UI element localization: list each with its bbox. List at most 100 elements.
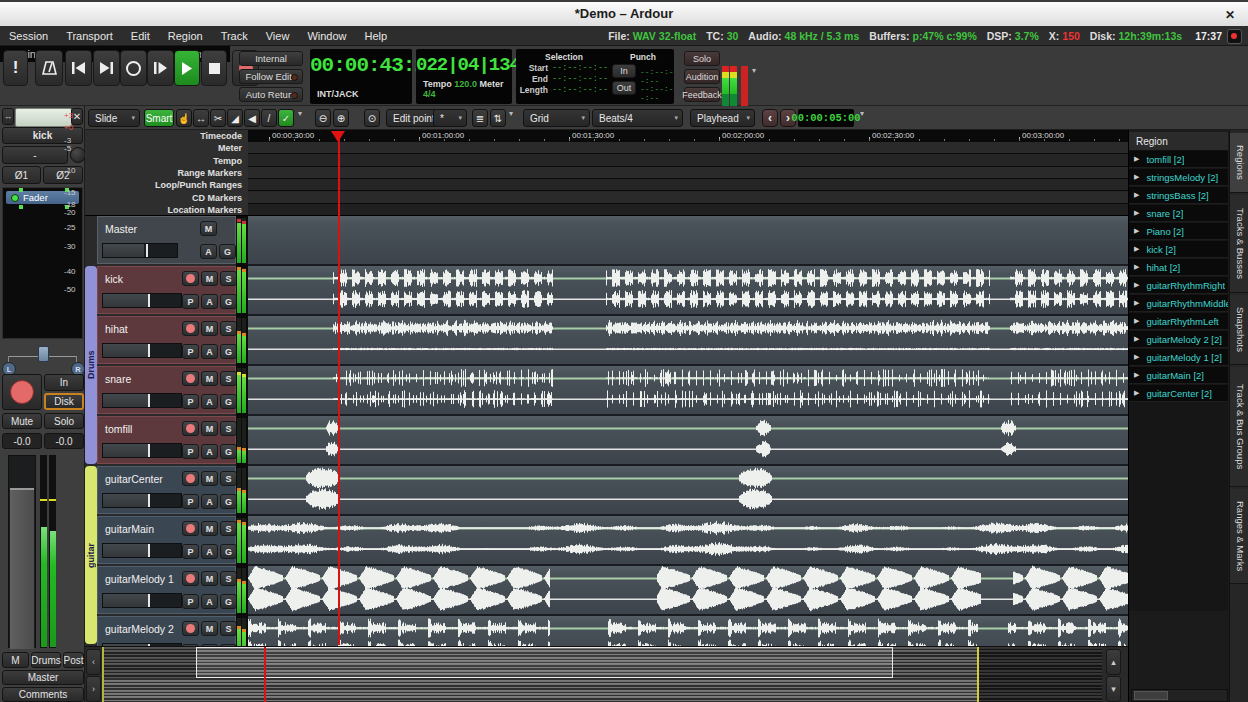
audition-tool[interactable]: ◀: [244, 109, 260, 127]
group-button[interactable]: G: [220, 544, 237, 559]
track-fader[interactable]: [102, 293, 182, 308]
peak-display[interactable]: -0.0: [44, 433, 84, 449]
region-item-guitarmelody-2-2-[interactable]: ▶guitarMelody 2 [2]: [1129, 331, 1228, 348]
goto-start-button[interactable]: [65, 50, 92, 86]
mute-button[interactable]: M: [201, 371, 218, 386]
track-fader[interactable]: [102, 243, 178, 258]
master-button[interactable]: Master: [2, 670, 84, 685]
track-fader[interactable]: [102, 443, 182, 458]
region-item-guitarcenter-2-[interactable]: ▶guitarCenter [2]: [1129, 385, 1228, 402]
window-close-button[interactable]: ✕: [1222, 7, 1238, 23]
waveform-canvas[interactable]: [248, 216, 1128, 646]
track-header-guitarcenter[interactable]: guitarCenterMSPAG: [97, 466, 236, 514]
solo-button[interactable]: S: [220, 271, 237, 286]
input-monitor-button[interactable]: In: [44, 374, 84, 391]
ruler-row-loop-punch-ranges[interactable]: [248, 179, 1128, 191]
ruler-label-location-markers[interactable]: Location Markers: [167, 204, 242, 216]
group-button[interactable]: G: [220, 594, 237, 609]
menu-edit[interactable]: Edit: [122, 30, 159, 42]
group-button[interactable]: G: [220, 444, 237, 459]
menu-region[interactable]: Region: [159, 30, 212, 42]
nudge-clock-button[interactable]: ≣: [472, 109, 488, 127]
goto-end-button[interactable]: [93, 50, 120, 86]
auto-button[interactable]: A: [201, 294, 218, 309]
region-item-stringsmelody-2-[interactable]: ▶stringsMelody [2]: [1129, 169, 1228, 186]
cut-tool[interactable]: ✂: [210, 109, 226, 127]
edit-mode-dropdown[interactable]: Slide▾: [88, 109, 140, 127]
track-name[interactable]: guitarMain: [105, 523, 154, 535]
track-name[interactable]: tomfill: [105, 423, 132, 435]
toggle-auto-return[interactable]: Auto Return: [239, 87, 303, 102]
track-name[interactable]: guitarCenter: [105, 473, 163, 485]
metronome-button[interactable]: [35, 50, 63, 86]
record-button[interactable]: [182, 371, 199, 386]
comments-button[interactable]: Comments: [2, 687, 84, 702]
solo-button[interactable]: S: [220, 621, 237, 636]
zoom-focus-dropdown[interactable]: Playhead▾: [690, 109, 755, 127]
object-tool[interactable]: ☝: [176, 109, 192, 127]
record-button[interactable]: [182, 421, 199, 436]
ruler-label-range-markers[interactable]: Range Markers: [177, 167, 242, 179]
playlist-button[interactable]: P: [182, 394, 199, 409]
playlist-button[interactable]: P: [182, 444, 199, 459]
playhead-marker-icon[interactable]: [331, 131, 345, 142]
solo-button[interactable]: S: [220, 521, 237, 536]
punch-in-button[interactable]: In: [612, 64, 636, 78]
group-button[interactable]: G: [220, 294, 237, 309]
master-auto-button[interactable]: A: [200, 244, 217, 259]
mute-button[interactable]: M: [201, 571, 218, 586]
menu-help[interactable]: Help: [356, 30, 397, 42]
track-fader[interactable]: [102, 393, 182, 408]
auto-button[interactable]: A: [201, 394, 218, 409]
prev-marker-button[interactable]: ‹: [762, 109, 778, 127]
solo-button[interactable]: S: [220, 321, 237, 336]
snap-chevron[interactable]: ▾: [509, 109, 513, 118]
pan-control[interactable]: L R: [0, 342, 85, 374]
record-enable-button[interactable]: [2, 374, 42, 410]
solo-button[interactable]: Solo: [44, 413, 84, 429]
auto-button[interactable]: A: [201, 444, 218, 459]
nudge-clock[interactable]: 00:00:05:00: [798, 109, 854, 127]
pan-handle[interactable]: [38, 346, 49, 362]
tab-regions[interactable]: Regions: [1230, 133, 1248, 193]
zoom-out-button[interactable]: ⊖: [315, 109, 331, 127]
snap-dropdown[interactable]: *▾: [433, 109, 467, 127]
edit-note-tool[interactable]: ✓: [278, 109, 294, 127]
menu-track[interactable]: Track: [212, 30, 257, 42]
primary-clock[interactable]: 00:00:43:25 INT/JACK: [310, 49, 412, 104]
track-name[interactable]: kick: [105, 273, 123, 285]
strip-tab-m[interactable]: M: [2, 652, 29, 668]
ruler-label-meter[interactable]: Meter: [218, 142, 242, 154]
range-tool[interactable]: ↔: [193, 109, 209, 127]
stretch-tool[interactable]: ◢: [227, 109, 243, 127]
group-strip-drums[interactable]: Drums: [85, 266, 97, 464]
audition-button[interactable]: Audition: [684, 69, 720, 84]
ruler-label-tempo[interactable]: Tempo: [213, 155, 242, 167]
nudge-button[interactable]: ⇅: [490, 109, 506, 127]
ruler-label-timecode[interactable]: Timecode: [200, 130, 242, 142]
mute-button[interactable]: M: [201, 321, 218, 336]
phase2-button[interactable]: Ø2: [43, 166, 83, 184]
gain-fader[interactable]: [8, 455, 36, 648]
master-mute-button[interactable]: M: [200, 221, 217, 236]
solo-button[interactable]: Solo: [684, 51, 720, 66]
feedback-button[interactable]: Feedback: [684, 87, 720, 102]
menu-view[interactable]: View: [257, 30, 299, 42]
solo-button[interactable]: S: [220, 571, 237, 586]
ruler-row-range-markers[interactable]: [248, 167, 1128, 179]
track-header-tomfill[interactable]: tomfillMSPAG: [97, 416, 236, 464]
region-item-guitarmain-2-[interactable]: ▶guitarMain [2]: [1129, 367, 1228, 384]
record-button[interactable]: [182, 621, 199, 636]
region-item-kick-2-[interactable]: ▶kick [2]: [1129, 241, 1228, 258]
region-item-piano-2-[interactable]: ▶Piano [2]: [1129, 223, 1228, 240]
mute-button[interactable]: M: [201, 521, 218, 536]
track-header-guitarmelody-1[interactable]: guitarMelody 1MSPAG: [97, 566, 236, 614]
trim-knob[interactable]: [70, 147, 86, 163]
mute-button[interactable]: M: [201, 271, 218, 286]
playlist-button[interactable]: P: [182, 344, 199, 359]
record-button[interactable]: [182, 271, 199, 286]
disk-monitor-button[interactable]: Disk: [44, 393, 84, 410]
play-range-button[interactable]: [147, 50, 174, 86]
strip-width-button[interactable]: ↔: [2, 108, 14, 125]
menu-window[interactable]: Window: [298, 30, 355, 42]
